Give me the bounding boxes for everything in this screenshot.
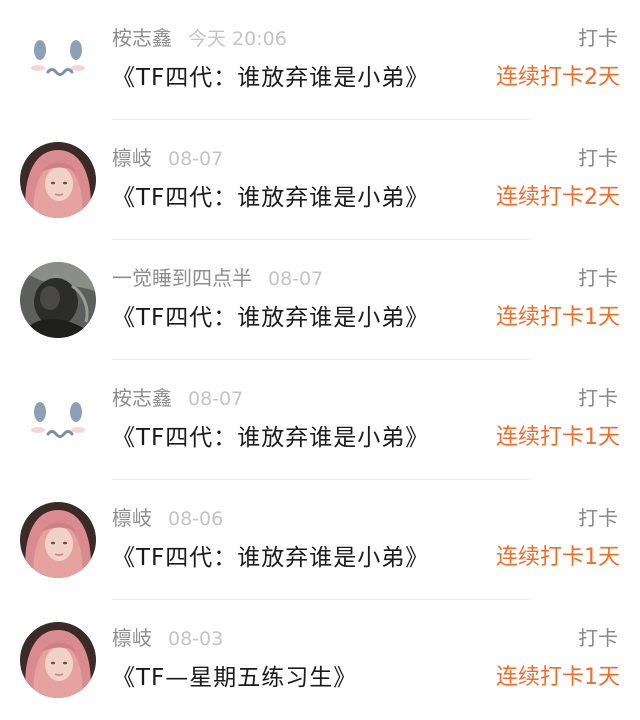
- post-meta: 桉志鑫 08-07: [112, 384, 243, 412]
- checkin-button[interactable]: 打卡: [578, 504, 618, 532]
- book-title[interactable]: 《TF四代：谁放弃谁是小弟》: [112, 540, 429, 576]
- streak-label: 连续打卡1天: [496, 545, 620, 570]
- user-name[interactable]: 桉志鑫: [112, 26, 172, 50]
- checkin-button[interactable]: 打卡: [578, 384, 618, 412]
- streak-label: 连续打卡2天: [496, 185, 620, 210]
- post-meta: 一觉睡到四点半 08-07: [112, 264, 323, 292]
- feed-item[interactable]: 檩岐 08-07 打卡 《TF四代：谁放弃谁是小弟》 连续打卡2天: [0, 120, 640, 240]
- post-time: 08-06: [168, 508, 224, 530]
- avatar[interactable]: [20, 142, 96, 218]
- checkin-button[interactable]: 打卡: [578, 624, 618, 652]
- checkin-button[interactable]: 打卡: [578, 24, 618, 52]
- dark-photo-icon: [20, 262, 96, 338]
- pink-hair-girl-icon: [20, 142, 96, 218]
- user-name[interactable]: 一觉睡到四点半: [112, 266, 252, 290]
- streak-label: 连续打卡1天: [496, 425, 620, 450]
- pink-hair-girl-icon: [20, 622, 96, 698]
- avatar[interactable]: [20, 382, 96, 458]
- checkin-button[interactable]: 打卡: [578, 264, 618, 292]
- avatar[interactable]: [20, 262, 96, 338]
- feed-item[interactable]: 一觉睡到四点半 08-07 打卡 《TF四代：谁放弃谁是小弟》 连续打卡1天: [0, 240, 640, 360]
- post-meta: 檩岐 08-03: [112, 624, 223, 652]
- feed-item[interactable]: 桉志鑫 08-07 打卡 《TF四代：谁放弃谁是小弟》 连续打卡1天: [0, 360, 640, 480]
- book-title[interactable]: 《TF四代：谁放弃谁是小弟》: [112, 180, 429, 216]
- post-meta: 桉志鑫 今天 20:06: [112, 24, 287, 52]
- post-time: 08-07: [268, 268, 324, 290]
- streak-label: 连续打卡2天: [496, 65, 620, 90]
- post-time: 08-07: [168, 148, 224, 170]
- avatar[interactable]: [20, 20, 96, 96]
- checkin-button[interactable]: 打卡: [578, 144, 618, 172]
- streak-label: 连续打卡1天: [496, 665, 620, 690]
- avatar[interactable]: [20, 622, 96, 698]
- streak-label: 连续打卡1天: [496, 305, 620, 330]
- post-meta: 檩岐 08-07: [112, 144, 223, 172]
- avatar[interactable]: [20, 502, 96, 578]
- user-name[interactable]: 桉志鑫: [112, 386, 172, 410]
- book-title[interactable]: 《TF四代：谁放弃谁是小弟》: [112, 420, 429, 456]
- book-title[interactable]: 《TF四代：谁放弃谁是小弟》: [112, 300, 429, 336]
- user-name[interactable]: 檩岐: [112, 506, 152, 530]
- feed-item[interactable]: 檩岐 08-06 打卡 《TF四代：谁放弃谁是小弟》 连续打卡1天: [0, 480, 640, 600]
- post-time: 08-07: [188, 388, 244, 410]
- post-time: 08-03: [168, 628, 224, 650]
- ghost-face-icon: [20, 382, 96, 458]
- post-meta: 檩岐 08-06: [112, 504, 223, 532]
- book-title[interactable]: 《TF—星期五练习生》: [112, 660, 357, 696]
- ghost-face-icon: [20, 20, 96, 96]
- user-name[interactable]: 檩岐: [112, 626, 152, 650]
- feed-item[interactable]: 桉志鑫 今天 20:06 打卡 《TF四代：谁放弃谁是小弟》 连续打卡2天: [0, 0, 640, 120]
- post-time: 今天 20:06: [188, 28, 287, 50]
- pink-hair-girl-icon: [20, 502, 96, 578]
- user-name[interactable]: 檩岐: [112, 146, 152, 170]
- book-title[interactable]: 《TF四代：谁放弃谁是小弟》: [112, 60, 429, 96]
- feed-item[interactable]: 檩岐 08-03 打卡 《TF—星期五练习生》 连续打卡1天: [0, 600, 640, 720]
